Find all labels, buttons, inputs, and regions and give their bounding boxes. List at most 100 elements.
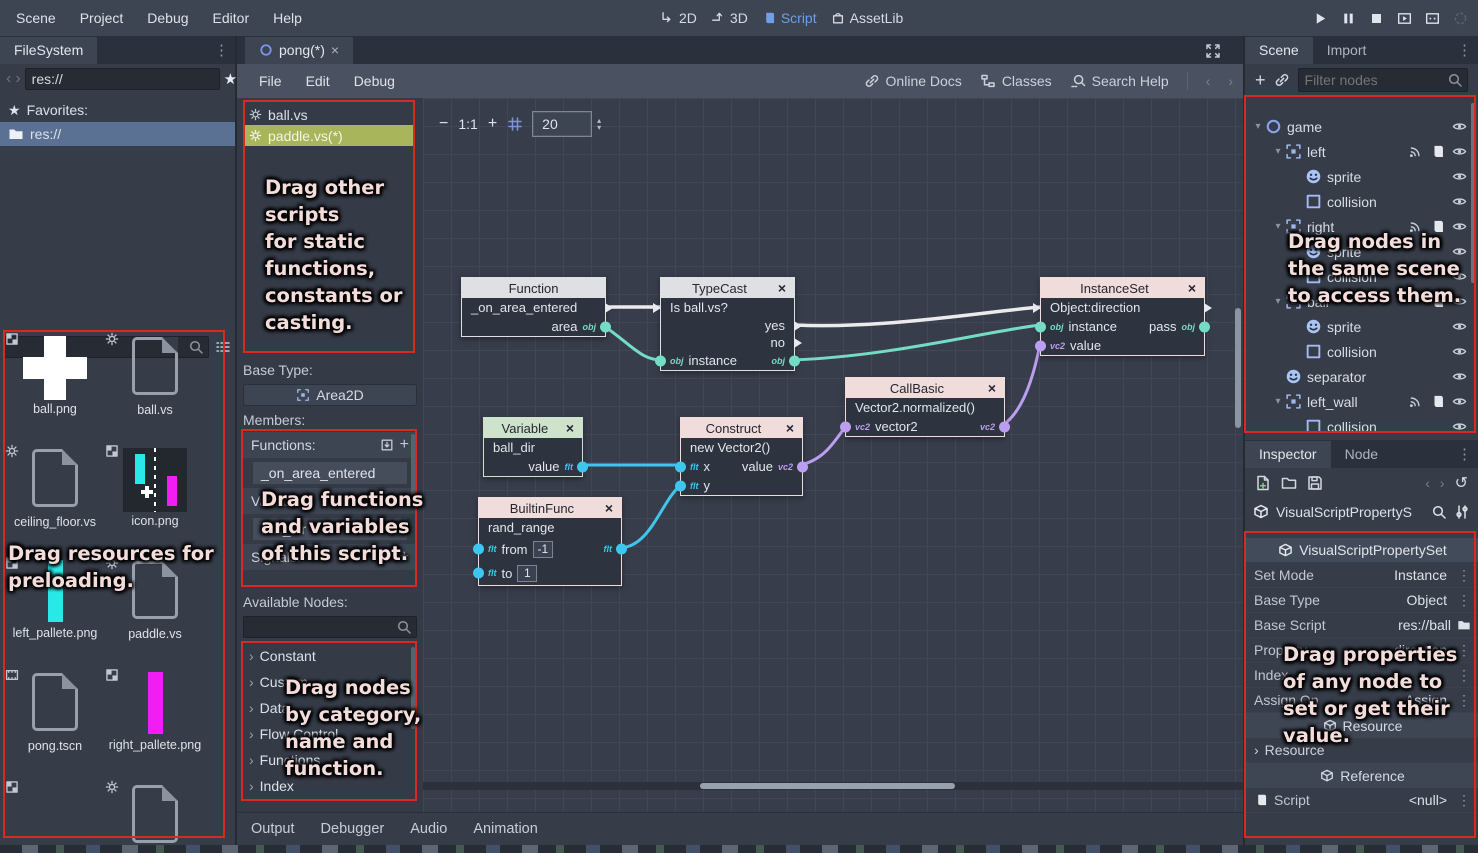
tools-icon[interactable] xyxy=(1454,504,1470,520)
search-properties-icon[interactable] xyxy=(1431,504,1447,520)
inspector-resource-header[interactable]: VisualScriptPropertySet xyxy=(1246,538,1478,562)
property-row-base-type[interactable]: Base TypeObject⋮ xyxy=(1246,588,1478,613)
row-menu-icon[interactable]: ⋮ xyxy=(1457,667,1471,684)
panel-menu-icon[interactable]: ⋮ xyxy=(214,41,229,59)
favorite-res-row[interactable]: res:// xyxy=(0,122,235,146)
flt-from-in-port[interactable] xyxy=(473,544,484,555)
snap-step-value[interactable]: 20 xyxy=(533,112,591,136)
property-row-base-script[interactable]: Base Scriptres://ball xyxy=(1246,613,1478,638)
vc2-in-port[interactable] xyxy=(1035,340,1046,351)
resource-expand-row[interactable]: ›Resource xyxy=(1246,738,1478,763)
scene-tree-row-collision-3[interactable]: collision xyxy=(1246,189,1478,214)
file-item-partial-9[interactable] xyxy=(107,782,203,843)
script-menu-edit[interactable]: Edit xyxy=(296,69,340,93)
bottom-tab-output[interactable]: Output xyxy=(251,821,295,837)
file-item-left_pallete.png[interactable]: left_pallete.png xyxy=(7,558,103,641)
property-row-assign-op[interactable]: Assign OpAssign⋮ xyxy=(1246,688,1478,713)
row-menu-icon[interactable]: ⋮ xyxy=(1457,567,1471,584)
script-item-ball.vs[interactable]: ball.vs xyxy=(245,104,413,125)
flt-to-in-port[interactable] xyxy=(473,568,484,579)
tab-node[interactable]: Node xyxy=(1331,441,1392,468)
add-function-icon[interactable]: + xyxy=(400,436,409,454)
obj-in-port[interactable] xyxy=(1035,321,1046,332)
scene-tree-row-sprite-5[interactable]: sprite xyxy=(1246,239,1478,264)
classes-button[interactable]: Classes xyxy=(980,73,1052,89)
bottom-tab-debugger[interactable]: Debugger xyxy=(321,821,385,837)
mode-2d-button[interactable]: 2D xyxy=(660,10,697,26)
base-type-button[interactable]: Area2D xyxy=(243,384,417,406)
seq-no-port[interactable] xyxy=(794,338,802,348)
bottom-tab-audio[interactable]: Audio xyxy=(410,821,447,837)
node-category-index[interactable]: ›Index xyxy=(243,773,417,799)
file-item-ceiling_floor.vs[interactable]: ceiling_floor.vs xyxy=(7,446,103,530)
snap-grid-icon[interactable] xyxy=(507,116,523,132)
node-category-custom[interactable]: ›Custom xyxy=(243,669,417,695)
script-menu-debug[interactable]: Debug xyxy=(344,69,405,93)
menu-help[interactable]: Help xyxy=(263,6,312,30)
history-back-icon[interactable]: ‹ xyxy=(1425,475,1430,491)
menu-project[interactable]: Project xyxy=(70,6,134,30)
pause-icon[interactable] xyxy=(1341,11,1356,26)
file-item-paddle.vs[interactable]: paddle.vs xyxy=(107,558,203,642)
members-scrollbar[interactable] xyxy=(411,434,415,500)
graph-node-typecast[interactable]: TypeCast × Is ball.vs? yes no objinstanc… xyxy=(660,277,795,371)
seq-yes-port[interactable] xyxy=(794,321,802,331)
zoom-out-button[interactable]: − xyxy=(439,115,448,133)
menu-debug[interactable]: Debug xyxy=(137,6,198,30)
vc2-out-port[interactable] xyxy=(999,421,1010,432)
spinbox-arrows[interactable]: ▴▾ xyxy=(597,117,601,131)
property-row-property[interactable]: Propertydirection⋮ xyxy=(1246,638,1478,663)
close-node-icon[interactable]: × xyxy=(605,500,613,516)
tab-inspector[interactable]: Inspector xyxy=(1245,441,1331,468)
function-item[interactable]: _on_area_entered xyxy=(253,462,407,484)
graph-vscrollbar[interactable] xyxy=(1235,308,1241,428)
scene-tree-row-sprite-8[interactable]: sprite xyxy=(1246,314,1478,339)
new-resource-icon[interactable] xyxy=(1255,475,1271,491)
play-scene-icon[interactable] xyxy=(1397,11,1412,26)
file-item-ball.png[interactable]: ball.png xyxy=(7,334,103,417)
snap-step-spinbox[interactable]: 20 ▴▾ xyxy=(533,112,601,136)
row-menu-icon[interactable]: ⋮ xyxy=(1457,792,1471,809)
override-icon[interactable] xyxy=(380,438,394,452)
favorite-star-icon[interactable]: ★ xyxy=(224,70,237,88)
add-node-icon[interactable]: + xyxy=(1255,70,1266,91)
obj-out-port[interactable] xyxy=(789,355,800,366)
graph-node-instanceset[interactable]: InstanceSet × Object:direction objinstan… xyxy=(1040,277,1205,356)
property-row-index[interactable]: Index⋮ xyxy=(1246,663,1478,688)
obj-out-port[interactable] xyxy=(600,321,611,332)
stop-icon[interactable] xyxy=(1369,11,1384,26)
graph-node-function[interactable]: Function _on_area_entered areaobj xyxy=(461,277,606,337)
history-forward-icon[interactable]: › xyxy=(1440,475,1445,491)
section-reference[interactable]: Reference xyxy=(1246,763,1478,788)
scene-tree-row-right-4[interactable]: ▾right xyxy=(1246,214,1478,239)
tree-expander-icon[interactable]: ▾ xyxy=(1272,221,1284,232)
online-docs-button[interactable]: Online Docs xyxy=(864,73,962,89)
flt-out-port[interactable] xyxy=(616,544,627,555)
close-tab-icon[interactable]: × xyxy=(331,42,339,58)
variable-item[interactable]: ball_dir xyxy=(253,518,407,540)
seq-out-port[interactable] xyxy=(605,303,613,313)
scene-tree-row-collision-9[interactable]: collision xyxy=(1246,339,1478,364)
file-item-ball.vs[interactable]: ball.vs xyxy=(107,334,203,418)
zoom-reset-button[interactable]: 1:1 xyxy=(458,116,477,132)
path-input[interactable] xyxy=(25,68,220,90)
nodes-scrollbar[interactable] xyxy=(411,647,415,729)
seq-out-port[interactable] xyxy=(1204,303,1212,313)
node-category-constant[interactable]: ›Constant xyxy=(243,643,417,669)
play-custom-scene-icon[interactable] xyxy=(1425,11,1440,26)
row-menu-icon[interactable]: ⋮ xyxy=(1457,692,1471,709)
row-menu-icon[interactable]: ⋮ xyxy=(1457,592,1471,609)
tab-filesystem[interactable]: FileSystem xyxy=(0,37,97,64)
menu-scene[interactable]: Scene xyxy=(6,6,66,30)
panel-menu-icon[interactable]: ⋮ xyxy=(1457,41,1472,59)
back-icon[interactable]: ‹ xyxy=(6,70,11,88)
file-item-icon.png[interactable]: icon.png xyxy=(107,446,203,529)
close-node-icon[interactable]: × xyxy=(1188,280,1196,296)
menu-editor[interactable]: Editor xyxy=(203,6,260,30)
panel-menu-icon[interactable]: ⋮ xyxy=(1457,445,1472,463)
tab-scene[interactable]: Scene xyxy=(1245,37,1313,64)
scene-tree-row-game-0[interactable]: ▾game xyxy=(1246,114,1478,139)
load-resource-icon[interactable] xyxy=(1281,475,1297,491)
file-item-right_pallete.png[interactable]: right_pallete.png xyxy=(107,670,203,753)
node-category-functions[interactable]: ›Functions xyxy=(243,747,417,773)
